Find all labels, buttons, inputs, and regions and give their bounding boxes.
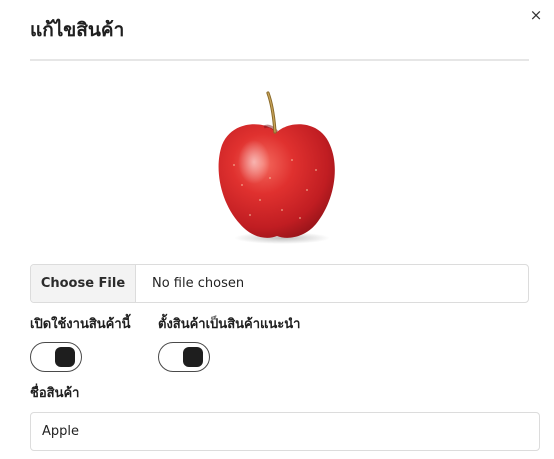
toggle-knob [55,347,75,367]
product-image [218,91,335,244]
file-input[interactable]: Choose File No file chosen [30,264,529,303]
modal-title: แก้ไขสินค้า [30,19,125,41]
close-icon[interactable]: × [528,6,544,24]
active-toggle[interactable] [30,342,82,372]
active-toggle-label: เปิดใช้งานสินค้านี้ [30,317,131,332]
choose-file-button[interactable]: Choose File [31,265,136,302]
toggle-knob [183,347,203,367]
file-status: No file chosen [152,276,245,291]
featured-toggle-label: ตั้งสินค้าเป็นสินค้าแนะนำ [158,317,301,332]
product-name-input[interactable] [30,412,540,451]
product-name-label: ชื่อสินค้า [30,386,80,401]
featured-toggle[interactable] [158,342,210,372]
header-divider [30,59,529,61]
